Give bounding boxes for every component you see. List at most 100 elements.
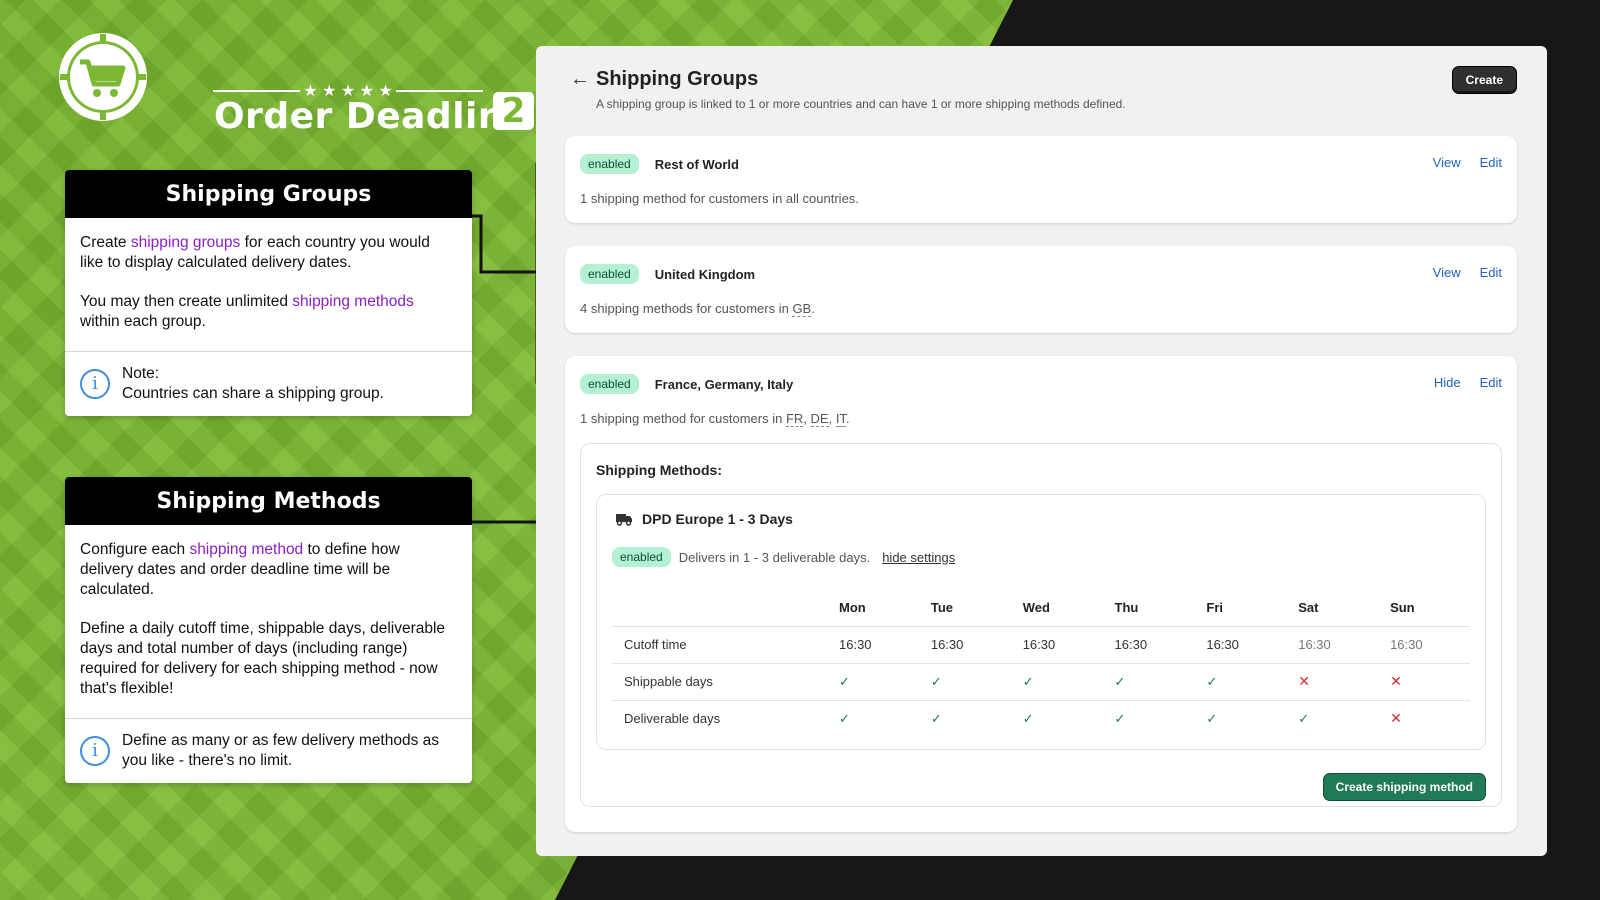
check-icon: ✓: [1022, 710, 1034, 726]
cross-icon: ✕: [1390, 673, 1402, 689]
country-code: FR: [785, 411, 804, 427]
shippable-cell: ✓: [1194, 662, 1287, 700]
info-icon: i: [80, 369, 110, 399]
check-icon: ✓: [839, 673, 850, 689]
table-row: Cutoff time 16:30 16:30 16:30 16:30 16:3…: [612, 625, 1470, 663]
row-label: Shippable days: [612, 662, 827, 700]
highlight-text: shipping methods: [292, 293, 414, 310]
shippable-cell: ✓: [918, 662, 1011, 700]
row-label: Deliverable days: [612, 699, 827, 737]
group-description: 1 shipping method for customers in all c…: [580, 191, 859, 206]
info-card-shipping-methods: Shipping Methods Configure each shipping…: [65, 477, 472, 783]
back-arrow-icon[interactable]: ←: [570, 68, 590, 91]
highlight-text: shipping method: [189, 541, 304, 558]
day-header: Fri: [1206, 599, 1223, 615]
cross-icon: ✕: [1298, 673, 1310, 689]
view-link[interactable]: View: [1433, 155, 1461, 170]
view-link[interactable]: View: [1433, 265, 1461, 280]
day-header: Sun: [1390, 599, 1415, 615]
group-description: 1 shipping method for customers in FR, D…: [580, 411, 850, 427]
info-paragraph: Configure each shipping method to define…: [80, 541, 400, 598]
brand-logo: ★ ★ ★ ★ ★ Order Deadline 2: [56, 30, 534, 137]
group-card-united-kingdom: enabled United Kingdom View Edit 4 shipp…: [565, 246, 1517, 333]
info-card-body: Create shipping groups for each country …: [65, 218, 472, 332]
truck-icon: [616, 514, 632, 526]
info-card-title: Shipping Methods: [65, 477, 472, 525]
hide-link[interactable]: Hide: [1434, 375, 1461, 390]
shipping-methods-title: Shipping Methods:: [596, 462, 722, 478]
shipping-method-card: DPD Europe 1 - 3 Days enabled Delivers i…: [596, 494, 1486, 750]
edit-link[interactable]: Edit: [1480, 375, 1502, 390]
info-paragraph: Define a daily cutoff time, shippable da…: [80, 620, 446, 697]
group-name: United Kingdom: [654, 266, 756, 282]
status-badge: enabled: [612, 547, 671, 567]
deliverable-cell: ✓: [1102, 699, 1195, 737]
table-row: Deliverable days ✓ ✓ ✓ ✓ ✓ ✓ ✕: [612, 699, 1470, 737]
check-icon: ✓: [1298, 710, 1310, 726]
shippable-cell: ✓: [1010, 662, 1103, 700]
info-card-body: Configure each shipping method to define…: [65, 525, 472, 699]
country-code: DE: [810, 411, 829, 427]
row-label: Cutoff time: [612, 625, 827, 663]
check-icon: ✓: [930, 673, 942, 689]
cutoff-cell: 16:30: [1286, 625, 1379, 663]
method-summary: Delivers in 1 - 3 deliverable days.: [678, 549, 871, 565]
check-icon: ✓: [930, 710, 942, 726]
note-text: Define as many or as few delivery method…: [122, 732, 440, 769]
create-button[interactable]: Create: [1451, 66, 1517, 94]
table-header-empty: [612, 589, 827, 626]
highlight-text: shipping groups: [130, 234, 241, 251]
info-card-shipping-groups: Shipping Groups Create shipping groups f…: [65, 170, 472, 416]
create-shipping-method-button[interactable]: Create shipping method: [1322, 773, 1486, 801]
edit-link[interactable]: Edit: [1480, 265, 1502, 280]
country-code: IT: [835, 411, 846, 427]
hide-settings-link[interactable]: hide settings: [882, 550, 955, 565]
info-note: i Note: Countries can share a shipping g…: [65, 351, 472, 416]
cutoff-cell: 16:30: [1194, 625, 1287, 663]
method-name: DPD Europe 1 - 3 Days: [642, 511, 793, 527]
cross-icon: ✕: [1390, 710, 1402, 727]
check-icon: ✓: [1114, 710, 1126, 726]
check-icon: ✓: [1114, 673, 1126, 689]
cutoff-cell: 16:30: [1010, 625, 1103, 663]
table-header-row: Mon Tue Wed Thu Fri Sat Sun: [612, 589, 1470, 626]
cutoff-cell: 16:30: [1378, 625, 1470, 663]
status-badge: enabled: [580, 264, 639, 284]
deliverable-cell: ✕: [1378, 699, 1470, 737]
status-badge: enabled: [580, 154, 639, 174]
info-card-title: Shipping Groups: [65, 170, 472, 218]
check-icon: ✓: [1206, 673, 1218, 689]
check-icon: ✓: [1206, 710, 1218, 726]
group-name: France, Germany, Italy: [654, 376, 794, 392]
note-label: Note:: [122, 365, 160, 382]
edit-link[interactable]: Edit: [1480, 155, 1502, 170]
day-header: Mon: [839, 599, 866, 615]
cutoff-cell: 16:30: [1102, 625, 1195, 663]
deliverable-cell: ✓: [827, 699, 919, 737]
table-row: Shippable days ✓ ✓ ✓ ✓ ✓ ✕ ✕: [612, 662, 1470, 700]
cutoff-cell: 16:30: [918, 625, 1011, 663]
deliverable-cell: ✓: [918, 699, 1011, 737]
group-description: 4 shipping methods for customers in GB.: [580, 301, 815, 317]
shippable-cell: ✓: [827, 662, 919, 700]
info-paragraph: You may then create unlimited shipping m…: [80, 293, 414, 330]
deliverable-cell: ✓: [1194, 699, 1287, 737]
cutoff-cell: 16:30: [827, 625, 919, 663]
day-header: Sat: [1298, 599, 1319, 615]
deliverable-cell: ✓: [1010, 699, 1103, 737]
check-icon: ✓: [1022, 673, 1034, 689]
method-schedule-table: Mon Tue Wed Thu Fri Sat Sun Cutoff time: [612, 589, 1470, 737]
day-header: Thu: [1114, 599, 1139, 615]
status-badge: enabled: [580, 374, 639, 394]
info-note: i Define as many or as few delivery meth…: [65, 718, 472, 783]
shippable-cell: ✕: [1378, 662, 1470, 700]
deliverable-cell: ✓: [1286, 699, 1379, 737]
group-card-france-germany-italy: enabled France, Germany, Italy Hide Edit…: [565, 356, 1517, 832]
day-header: Wed: [1022, 599, 1050, 615]
brand-title: Order Deadline: [214, 96, 529, 137]
info-paragraph: Create shipping groups for each country …: [80, 234, 430, 271]
shipping-groups-panel: ← Shipping Groups A shipping group is li…: [536, 46, 1547, 856]
note-text: Countries can share a shipping group.: [122, 385, 384, 402]
group-name: Rest of World: [654, 156, 739, 172]
day-header: Tue: [930, 599, 953, 615]
